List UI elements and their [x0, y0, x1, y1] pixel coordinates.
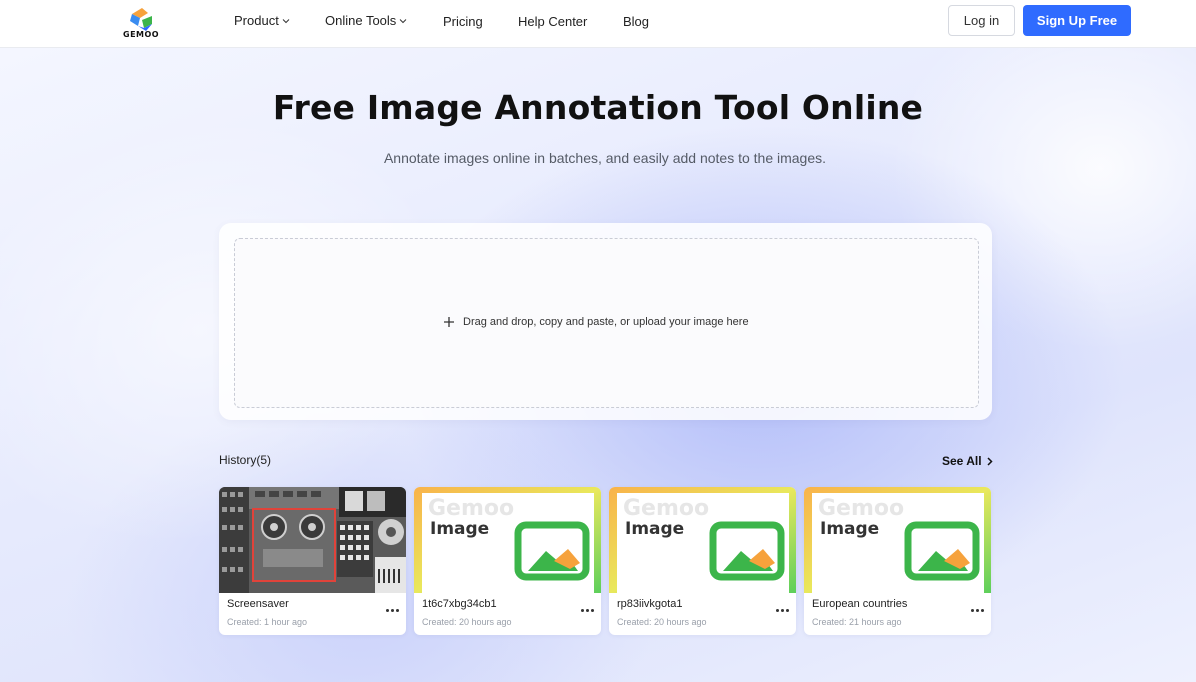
- plus-icon: [444, 317, 454, 327]
- history-card[interactable]: Gemoo Image rp83iivkgota1 Created: 20 ho…: [609, 487, 796, 635]
- placeholder-brand: Gemoo: [818, 496, 904, 521]
- history-card[interactable]: Gemoo Image European countries Created: …: [804, 487, 991, 635]
- nav-blog[interactable]: Blog: [623, 14, 649, 29]
- logo-text: GEMOO: [123, 30, 160, 39]
- more-options-icon[interactable]: [774, 605, 790, 615]
- see-all-link[interactable]: See All: [942, 454, 993, 468]
- placeholder-word: Image: [820, 519, 879, 539]
- chevron-right-icon: [987, 456, 993, 466]
- placeholder-word: Image: [625, 519, 684, 539]
- placeholder-brand: Gemoo: [623, 496, 709, 521]
- nav-help-center-label: Help Center: [518, 14, 588, 29]
- card-title: 1t6c7xbg34cb1: [422, 598, 497, 610]
- card-created-time: Created: 21 hours ago: [812, 617, 902, 627]
- history-card[interactable]: Screensaver Created: 1 hour ago: [219, 487, 406, 635]
- top-navbar: GEMOO Product Online Tools Pricing Help …: [0, 0, 1196, 48]
- image-placeholder-thumbnail[interactable]: Gemoo Image: [609, 487, 796, 593]
- nav-pricing[interactable]: Pricing: [443, 14, 483, 29]
- history-label: History(5): [219, 453, 272, 467]
- more-options-icon[interactable]: [384, 605, 400, 615]
- more-options-icon[interactable]: [579, 605, 595, 615]
- page-subtitle: Annotate images online in batches, and e…: [383, 150, 827, 166]
- chevron-down-icon: [282, 18, 290, 23]
- nav-online-tools-label: Online Tools: [325, 13, 397, 28]
- image-placeholder-thumbnail[interactable]: Gemoo Image: [414, 487, 601, 593]
- chevron-down-icon: [399, 18, 407, 23]
- login-button[interactable]: Log in: [948, 5, 1015, 36]
- image-placeholder-thumbnail[interactable]: Gemoo Image: [804, 487, 991, 593]
- card-created-time: Created: 20 hours ago: [422, 617, 512, 627]
- card-created-time: Created: 1 hour ago: [227, 617, 308, 627]
- see-all-label: See All: [942, 454, 982, 468]
- dropzone-prompt-text: Drag and drop, copy and paste, or upload…: [463, 316, 749, 328]
- image-dropzone[interactable]: Drag and drop, copy and paste, or upload…: [234, 238, 979, 408]
- nav-help-center[interactable]: Help Center: [518, 14, 587, 29]
- nav-product[interactable]: Product: [234, 13, 290, 28]
- dropzone-prompt[interactable]: Drag and drop, copy and paste, or upload…: [443, 316, 749, 328]
- history-card[interactable]: Gemoo Image 1t6c7xbg34cb1 Created: 20 ho…: [414, 487, 601, 635]
- nav-product-label: Product: [234, 13, 279, 28]
- signup-button[interactable]: Sign Up Free: [1023, 5, 1131, 36]
- card-created-time: Created: 20 hours ago: [617, 617, 707, 627]
- nav-blog-label: Blog: [623, 14, 650, 29]
- image-thumbnail[interactable]: [219, 487, 406, 593]
- card-title: Screensaver: [227, 598, 289, 610]
- placeholder-word: Image: [430, 519, 489, 539]
- page-title: Free Image Annotation Tool Online: [272, 88, 924, 127]
- more-options-icon[interactable]: [969, 605, 985, 615]
- card-title: rp83iivkgota1: [617, 598, 683, 610]
- nav-pricing-label: Pricing: [443, 14, 483, 29]
- card-title: European countries: [812, 598, 908, 610]
- nav-online-tools[interactable]: Online Tools: [325, 13, 407, 28]
- upload-panel: Drag and drop, copy and paste, or upload…: [219, 223, 992, 420]
- placeholder-brand: Gemoo: [428, 496, 514, 521]
